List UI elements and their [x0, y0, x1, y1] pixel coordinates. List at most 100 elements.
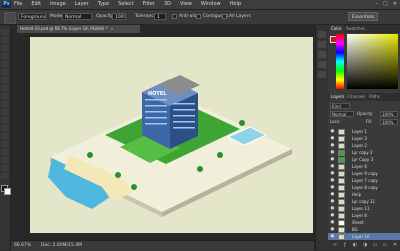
visibility-eye-icon[interactable]: ● [330, 199, 335, 204]
add-mask-icon[interactable]: ◐ [352, 242, 358, 248]
tools-panel [0, 25, 11, 250]
visibility-eye-icon[interactable]: ● [330, 164, 335, 169]
anti-alias-checkbox[interactable] [172, 14, 177, 19]
hue-slider[interactable] [336, 34, 344, 89]
history-panel-icon[interactable] [318, 31, 326, 38]
fill-source-select[interactable]: Foreground [18, 13, 46, 20]
paint-bucket-tool-icon[interactable] [4, 12, 16, 24]
menu-bar: Ps File Edit Image Layer Type Select Fil… [0, 0, 400, 10]
layers-panel-tabs: Layers Channels Paths [328, 93, 400, 101]
tab-color[interactable]: Color [329, 25, 344, 33]
document-title: Hotel4-10.psd @ 66.7% (Layer 18, RGB/8) … [20, 26, 108, 31]
menu-edit[interactable]: Edit [31, 0, 41, 9]
menu-help[interactable]: Help [230, 0, 241, 9]
menu-select[interactable]: Select [118, 0, 133, 9]
layer-style-icon[interactable]: ƒ [342, 242, 348, 248]
eyedropper-tool-icon[interactable] [1, 69, 9, 75]
document-area: Hotel4-10.psd @ 66.7% (Layer 18, RGB/8) … [11, 25, 314, 240]
menu-type[interactable]: Type [98, 0, 109, 9]
visibility-eye-icon[interactable]: ● [330, 206, 335, 211]
menu-3d[interactable]: 3D [164, 0, 171, 9]
eraser-tool-icon[interactable] [1, 109, 9, 115]
tolerance-input[interactable]: 1 [154, 13, 166, 20]
menu-file[interactable]: File [14, 0, 22, 9]
properties-panel-icon[interactable] [318, 41, 326, 48]
brush-tool-icon[interactable] [1, 85, 9, 91]
kind-filter-select[interactable]: Kind [330, 103, 350, 109]
document-tab[interactable]: Hotel4-10.psd @ 66.7% (Layer 18, RGB/8) … [17, 25, 140, 33]
history-brush-tool-icon[interactable] [1, 101, 9, 107]
visibility-eye-icon[interactable]: ● [330, 192, 335, 197]
hand-tool-icon[interactable] [1, 165, 9, 171]
maximize-icon[interactable]: □ [383, 1, 388, 8]
visibility-eye-icon[interactable]: ● [330, 178, 335, 183]
visibility-eye-icon[interactable]: ● [330, 171, 335, 176]
lasso-tool-icon[interactable] [1, 45, 9, 51]
lock-label: Lock: [330, 119, 341, 124]
type-tool-icon[interactable] [1, 141, 9, 147]
menu: File Edit Image Layer Type Select Filter… [14, 0, 241, 9]
window-controls: – □ ✕ [376, 1, 397, 8]
marquee-tool-icon[interactable] [1, 37, 9, 43]
visibility-eye-icon[interactable]: ● [330, 129, 335, 134]
crop-tool-icon[interactable] [1, 61, 9, 67]
visibility-eye-icon[interactable]: ● [330, 143, 335, 148]
menu-image[interactable]: Image [50, 0, 66, 9]
fill-input[interactable]: 100% [380, 119, 398, 125]
shape-tool-icon[interactable] [1, 157, 9, 163]
stamp-tool-icon[interactable] [1, 93, 9, 99]
adjustment-layer-icon[interactable]: ◑ [362, 242, 368, 248]
canvas[interactable]: HOTEL [30, 37, 313, 233]
blend-row: Normal Opacity: 100% [328, 110, 400, 117]
contiguous-checkbox[interactable] [196, 14, 201, 19]
visibility-eye-icon[interactable]: ● [330, 234, 335, 239]
visibility-eye-icon[interactable]: ● [330, 213, 335, 218]
brush-panel-icon[interactable] [318, 51, 326, 58]
quick-select-tool-icon[interactable] [1, 53, 9, 59]
new-layer-icon[interactable]: ▫ [382, 242, 388, 248]
blend-mode-select[interactable]: Normal [330, 111, 354, 117]
healing-tool-icon[interactable] [1, 77, 9, 83]
path-select-tool-icon[interactable] [1, 149, 9, 155]
menu-view[interactable]: View [180, 0, 192, 9]
zoom-tool-icon[interactable] [1, 173, 9, 179]
minimize-icon[interactable]: – [376, 1, 379, 8]
tab-channels[interactable]: Channels [347, 93, 366, 101]
visibility-eye-icon[interactable]: ● [330, 220, 335, 225]
delete-layer-icon[interactable]: ✕ [392, 242, 398, 248]
lock-row: Lock: Fill: 100% [328, 118, 400, 125]
link-layers-icon[interactable]: ∞ [332, 242, 338, 248]
layer-opacity-label: Opacity: [357, 111, 374, 116]
opacity-input[interactable]: 100% [112, 13, 126, 20]
visibility-eye-icon[interactable]: ● [330, 136, 335, 141]
pen-tool-icon[interactable] [1, 133, 9, 139]
paragraph-panel-icon[interactable] [318, 71, 326, 78]
layers-panel-footer: ∞ ƒ ◐ ◑ ▭ ▫ ✕ [328, 240, 400, 250]
tab-layers[interactable]: Layers [329, 93, 347, 101]
menu-filter[interactable]: Filter [143, 0, 155, 9]
background-color-swatch[interactable] [4, 188, 11, 195]
close-document-icon[interactable]: × [111, 26, 114, 31]
visibility-eye-icon[interactable]: ● [330, 150, 335, 155]
color-picker-field[interactable] [347, 34, 398, 89]
new-group-icon[interactable]: ▭ [372, 242, 378, 248]
visibility-eye-icon[interactable]: ● [330, 185, 335, 190]
layer-opacity-input[interactable]: 100% [380, 111, 398, 117]
move-tool-icon[interactable] [1, 29, 9, 35]
menu-window[interactable]: Window [201, 0, 221, 9]
color-panel-tabs: Color Swatches [328, 25, 400, 33]
paint-bucket-tool-icon[interactable] [1, 117, 9, 123]
close-icon[interactable]: ✕ [393, 1, 397, 8]
mode-select[interactable]: Normal [62, 13, 92, 20]
menu-layer[interactable]: Layer [75, 0, 89, 9]
character-panel-icon[interactable] [318, 61, 326, 68]
visibility-eye-icon[interactable]: ● [330, 227, 335, 232]
visibility-eye-icon[interactable]: ● [330, 157, 335, 162]
workspace-select[interactable]: Essentials [348, 12, 378, 21]
options-bar: Foreground Mode: Normal Opacity: 100% To… [0, 10, 400, 25]
tab-swatches[interactable]: Swatches [346, 25, 365, 33]
all-layers-checkbox[interactable] [222, 14, 227, 19]
tab-paths[interactable]: Paths [369, 93, 380, 101]
right-panels: Color Swatches Layers Channels Paths Kin… [328, 25, 400, 250]
dodge-tool-icon[interactable] [1, 125, 9, 131]
